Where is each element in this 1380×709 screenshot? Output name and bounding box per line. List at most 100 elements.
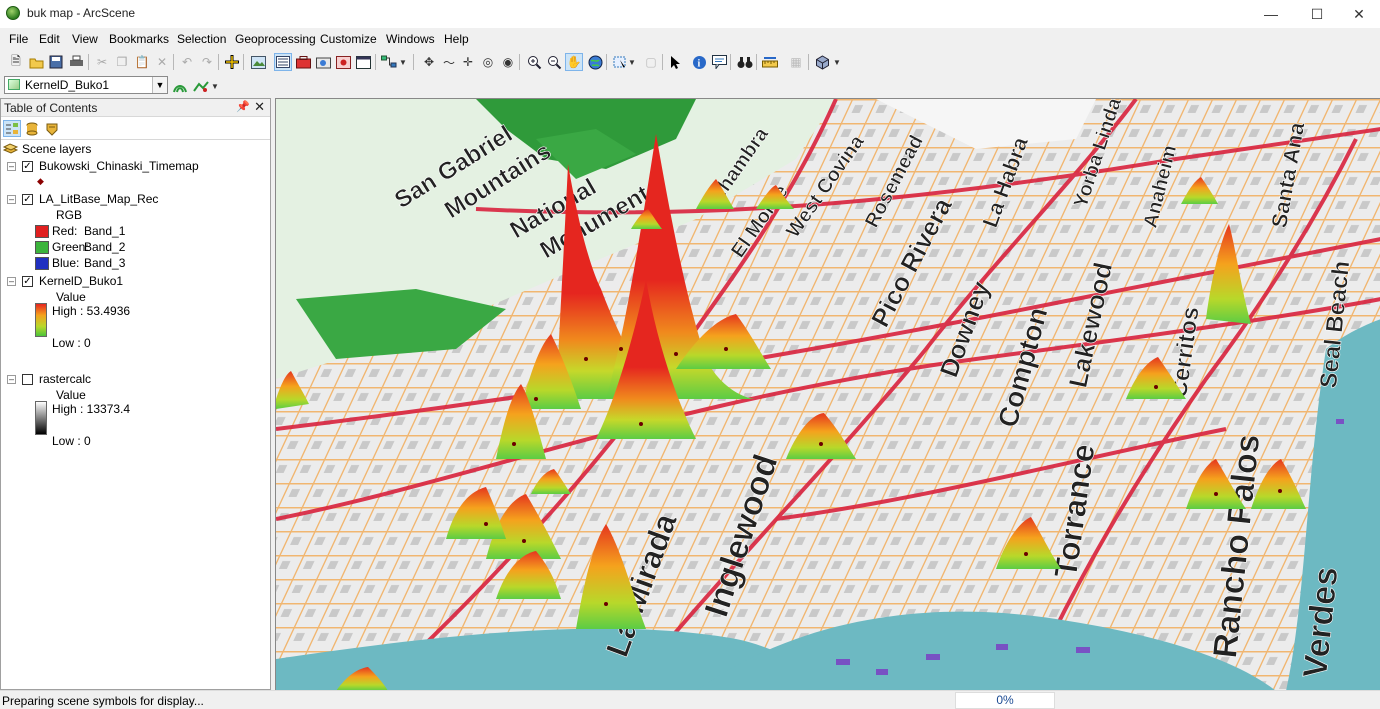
menu-geoprocessing[interactable]: Geoprocessing bbox=[235, 32, 316, 46]
interpolate-line-icon[interactable] bbox=[192, 77, 210, 95]
zoom-out-icon[interactable] bbox=[545, 53, 563, 71]
list-by-source-icon[interactable] bbox=[23, 120, 41, 137]
select-elements-icon[interactable] bbox=[666, 53, 684, 71]
layer-name[interactable]: Bukowski_Chinaski_Timemap bbox=[39, 159, 199, 173]
list-by-visibility-icon[interactable] bbox=[43, 120, 61, 137]
menu-edit[interactable]: Edit bbox=[39, 32, 60, 46]
legend-title: Value bbox=[56, 290, 86, 304]
layer-selector-value: KernelD_Buko1 bbox=[25, 78, 110, 92]
list-by-drawing-order-icon[interactable] bbox=[3, 120, 21, 137]
fly-icon[interactable]: 〜 bbox=[440, 53, 458, 71]
ramp-low-label: Low : 0 bbox=[52, 336, 91, 350]
window-title: buk map - ArcScene bbox=[27, 6, 136, 20]
pin-icon[interactable]: 📌 bbox=[236, 100, 250, 113]
clear-selection-icon[interactable]: ▢ bbox=[642, 53, 660, 71]
toolbar-separator bbox=[662, 54, 663, 70]
band-value: Band_1 bbox=[84, 224, 126, 238]
undo-icon[interactable]: ↶ bbox=[178, 53, 196, 71]
full-extent-icon[interactable] bbox=[586, 53, 604, 71]
layer-name[interactable]: rastercalc bbox=[39, 372, 91, 386]
cut-icon[interactable]: ✂ bbox=[93, 53, 111, 71]
toc-title: Table of Contents bbox=[4, 101, 98, 115]
results-window-icon[interactable] bbox=[334, 53, 352, 71]
maximize-button[interactable]: ☐ bbox=[1294, 0, 1340, 28]
arctoolbox-icon[interactable] bbox=[294, 53, 312, 71]
measure-icon[interactable] bbox=[761, 53, 779, 71]
menu-selection[interactable]: Selection bbox=[177, 32, 226, 46]
legend-title: RGB bbox=[56, 208, 83, 222]
save-icon[interactable] bbox=[47, 53, 65, 71]
add-data-icon[interactable] bbox=[223, 53, 241, 71]
point-symbol-icon: ◆ bbox=[37, 176, 44, 186]
toolbar-separator bbox=[413, 54, 414, 70]
identify-icon[interactable]: i bbox=[690, 53, 708, 71]
standard-toolbar: 🗎 ✂ ❐ 📋 ✕ ↶ ↷ ▼ ✥ 〜 ✛ ◎ ◉ ✋ ▼ ▢ i ▦ ▼ bbox=[0, 50, 1380, 74]
menu-customize[interactable]: Customize bbox=[320, 32, 377, 46]
paste-icon[interactable]: 📋 bbox=[133, 53, 151, 71]
zoom-to-target-icon[interactable]: ◎ bbox=[479, 53, 497, 71]
layer-name[interactable]: LA_LitBase_Map_Rec bbox=[39, 192, 158, 206]
print-icon[interactable] bbox=[67, 53, 85, 71]
layer-visibility-checkbox[interactable]: ✓ bbox=[22, 161, 33, 172]
layer-name[interactable]: KernelD_Buko1 bbox=[39, 274, 123, 288]
scene-properties-icon[interactable] bbox=[249, 53, 267, 71]
band-value: Band_2 bbox=[84, 240, 126, 254]
toolbar-options-dropdown[interactable]: ▼ bbox=[211, 77, 219, 95]
toolbar-separator bbox=[243, 54, 244, 70]
toolbar-separator bbox=[519, 54, 520, 70]
zoom-in-icon[interactable] bbox=[525, 53, 543, 71]
band-value: Band_3 bbox=[84, 256, 126, 270]
legend-title: Value bbox=[56, 388, 86, 402]
toc-window-icon[interactable] bbox=[274, 53, 292, 71]
delete-icon[interactable]: ✕ bbox=[153, 53, 171, 71]
raster-layer-icon bbox=[8, 79, 20, 90]
collapse-toggle[interactable]: – bbox=[7, 195, 16, 204]
layer-visibility-checkbox[interactable]: ✓ bbox=[22, 276, 33, 287]
open-folder-icon[interactable] bbox=[27, 53, 45, 71]
target-center-icon[interactable]: ✛ bbox=[459, 53, 477, 71]
toolbar-options-dropdown[interactable]: ▼ bbox=[399, 53, 407, 71]
select-features-icon[interactable] bbox=[611, 53, 629, 71]
navigate-icon[interactable]: ✥ bbox=[420, 53, 438, 71]
find-binoculars-icon[interactable] bbox=[736, 53, 754, 71]
toolbar-separator bbox=[808, 54, 809, 70]
layer-selector-dropdown[interactable]: KernelD_Buko1 ▼ bbox=[4, 76, 168, 94]
scene-layers-label: Scene layers bbox=[22, 142, 92, 156]
pan-hand-icon[interactable]: ✋ bbox=[565, 53, 583, 71]
redo-icon[interactable]: ↷ bbox=[198, 53, 216, 71]
set-observer-icon[interactable]: ◉ bbox=[499, 53, 517, 71]
animation-icon[interactable]: ▦ bbox=[787, 53, 805, 71]
select-dropdown-icon[interactable]: ▼ bbox=[628, 53, 636, 71]
title-bar: buk map - ArcScene — ☐ ✕ bbox=[0, 0, 1380, 28]
collapse-toggle[interactable]: – bbox=[7, 375, 16, 384]
menu-bookmarks[interactable]: Bookmarks bbox=[109, 32, 169, 46]
close-button[interactable]: ✕ bbox=[1336, 0, 1380, 28]
model-builder-icon[interactable] bbox=[380, 53, 398, 71]
collapse-toggle[interactable]: – bbox=[7, 162, 16, 171]
menu-windows[interactable]: Windows bbox=[386, 32, 435, 46]
swipe-layer-icon[interactable] bbox=[171, 77, 189, 95]
layer-visibility-checkbox[interactable]: ✓ bbox=[22, 194, 33, 205]
layers-stack-icon bbox=[3, 143, 18, 154]
collapse-toggle[interactable]: – bbox=[7, 277, 16, 286]
python-window-icon[interactable] bbox=[354, 53, 372, 71]
chevron-down-icon[interactable]: ▼ bbox=[152, 77, 167, 93]
menu-help[interactable]: Help bbox=[444, 32, 469, 46]
progress-indicator: 0% bbox=[955, 692, 1055, 709]
menu-file[interactable]: File bbox=[9, 32, 28, 46]
copy-icon[interactable]: ❐ bbox=[113, 53, 131, 71]
minimize-button[interactable]: — bbox=[1248, 0, 1294, 28]
catalog-window-icon[interactable] bbox=[314, 53, 332, 71]
toolbar-options-dropdown[interactable]: ▼ bbox=[833, 53, 841, 71]
close-icon[interactable]: ✕ bbox=[254, 99, 265, 115]
new-document-icon[interactable]: 🗎 bbox=[7, 53, 25, 71]
menu-view[interactable]: View bbox=[72, 32, 98, 46]
grayscale-ramp bbox=[35, 401, 47, 435]
ramp-low-label: Low : 0 bbox=[52, 434, 91, 448]
scene-map-view[interactable]: San Gabriel Mountains National Monument … bbox=[275, 98, 1380, 690]
3d-effects-icon[interactable] bbox=[813, 53, 831, 71]
layer-toolbar: KernelD_Buko1 ▼ ▼ bbox=[0, 74, 1380, 98]
layer-visibility-checkbox[interactable] bbox=[22, 374, 33, 385]
html-popup-icon[interactable] bbox=[710, 53, 728, 71]
ramp-high-label: High : 13373.4 bbox=[52, 402, 131, 416]
